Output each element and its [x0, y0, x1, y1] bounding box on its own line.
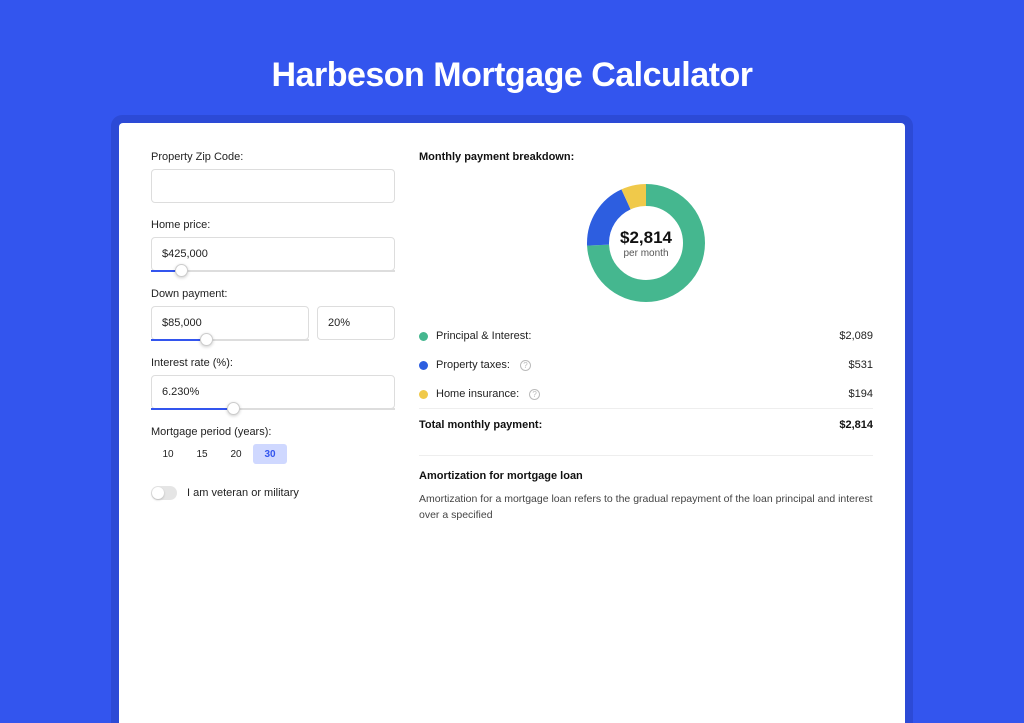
- home-price-slider[interactable]: [151, 270, 395, 272]
- home-price-group: Home price:: [151, 219, 395, 272]
- period-label: Mortgage period (years):: [151, 426, 395, 438]
- dot-icon: [419, 390, 428, 399]
- veteran-toggle[interactable]: [151, 486, 177, 500]
- amortization-section: Amortization for mortgage loan Amortizat…: [419, 455, 873, 524]
- form-column: Property Zip Code: Home price: Down paym…: [151, 151, 395, 723]
- amort-text: Amortization for a mortgage loan refers …: [419, 492, 873, 524]
- donut-center: $2,814 per month: [584, 181, 708, 305]
- down-payment-input[interactable]: [151, 306, 309, 340]
- down-payment-pct-input[interactable]: [317, 306, 395, 340]
- legend-label: Principal & Interest:: [436, 330, 531, 342]
- breakdown-title: Monthly payment breakdown:: [419, 151, 873, 163]
- total-value: $2,814: [839, 419, 873, 431]
- dot-icon: [419, 361, 428, 370]
- legend-value: $531: [849, 359, 873, 371]
- legend-row-tax: Property taxes: ? $531: [419, 350, 873, 379]
- interest-slider[interactable]: [151, 408, 395, 410]
- period-tab-30[interactable]: 30: [253, 444, 287, 464]
- calculator-card: Property Zip Code: Home price: Down paym…: [119, 123, 905, 723]
- help-icon[interactable]: ?: [520, 360, 531, 371]
- period-group: Mortgage period (years): 10 15 20 30: [151, 426, 395, 464]
- legend-row-pi: Principal & Interest: $2,089: [419, 321, 873, 350]
- total-label: Total monthly payment:: [419, 419, 542, 431]
- legend-value: $194: [849, 388, 873, 400]
- period-tabs: 10 15 20 30: [151, 444, 395, 464]
- interest-group: Interest rate (%):: [151, 357, 395, 410]
- zip-input[interactable]: [151, 169, 395, 203]
- zip-label: Property Zip Code:: [151, 151, 395, 163]
- down-payment-slider[interactable]: [151, 339, 309, 341]
- down-payment-group: Down payment:: [151, 288, 395, 341]
- zip-field-group: Property Zip Code:: [151, 151, 395, 203]
- home-price-label: Home price:: [151, 219, 395, 231]
- veteran-row: I am veteran or military: [151, 486, 395, 500]
- interest-label: Interest rate (%):: [151, 357, 395, 369]
- period-tab-20[interactable]: 20: [219, 444, 253, 464]
- home-price-input[interactable]: [151, 237, 395, 271]
- period-tab-10[interactable]: 10: [151, 444, 185, 464]
- legend-row-ins: Home insurance: ? $194: [419, 379, 873, 408]
- legend-label: Home insurance:: [436, 388, 519, 400]
- dot-icon: [419, 332, 428, 341]
- period-tab-15[interactable]: 15: [185, 444, 219, 464]
- page-title: Harbeson Mortgage Calculator: [0, 0, 1024, 123]
- breakdown-column: Monthly payment breakdown: $2,814 per mo…: [419, 151, 873, 723]
- interest-input[interactable]: [151, 375, 395, 409]
- donut-sub: per month: [623, 248, 668, 259]
- veteran-label: I am veteran or military: [187, 487, 299, 499]
- amort-title: Amortization for mortgage loan: [419, 470, 873, 482]
- toggle-knob: [152, 487, 164, 499]
- donut-amount: $2,814: [620, 228, 672, 248]
- donut-chart: $2,814 per month: [584, 181, 708, 305]
- legend-label: Property taxes:: [436, 359, 510, 371]
- donut-chart-wrap: $2,814 per month: [419, 175, 873, 321]
- down-payment-label: Down payment:: [151, 288, 395, 300]
- legend-value: $2,089: [839, 330, 873, 342]
- legend-total-row: Total monthly payment: $2,814: [419, 408, 873, 441]
- help-icon[interactable]: ?: [529, 389, 540, 400]
